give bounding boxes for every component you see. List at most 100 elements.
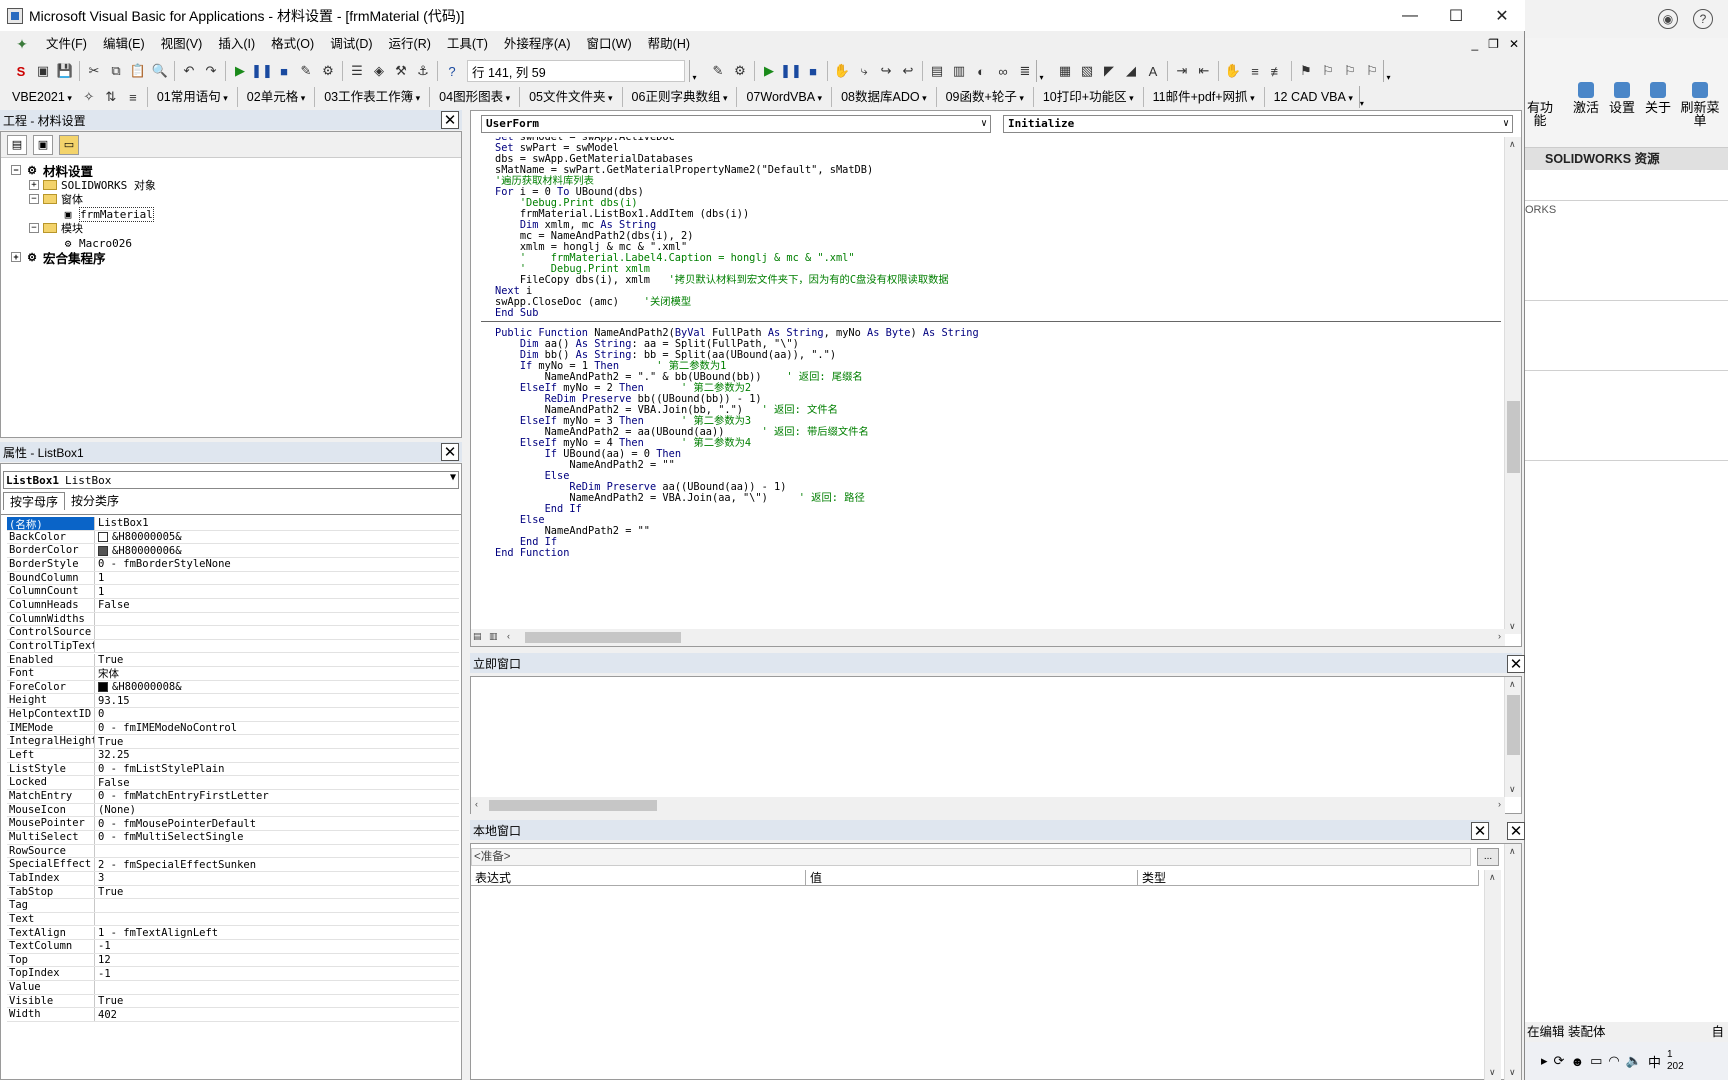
property-value-cell[interactable]: 402 xyxy=(95,1008,459,1021)
ribbon-settings-button[interactable]: 设置 xyxy=(1609,82,1635,114)
property-value-cell[interactable]: &H80000008& xyxy=(95,681,459,694)
property-value-cell[interactable]: False xyxy=(95,776,459,789)
bookmark-icon[interactable]: ⚑ xyxy=(1295,60,1317,82)
property-row[interactable]: ColumnWidths xyxy=(7,612,459,627)
project-explorer-icon[interactable]: ⚙ xyxy=(317,60,339,82)
expand-toggle-icon[interactable]: + xyxy=(29,180,39,190)
property-value-cell[interactable]: 1 xyxy=(95,585,459,598)
property-value-cell[interactable] xyxy=(95,613,459,626)
immediate-hscroll-thumb[interactable] xyxy=(489,800,657,811)
toolbar2-dropdown[interactable]: 11邮件+pdf+网抓 xyxy=(1147,86,1261,109)
break-icon[interactable]: ❚❚ xyxy=(251,60,273,82)
immediate-window[interactable]: ∧ ∨ ‹ › xyxy=(470,676,1522,814)
sync-icon[interactable]: ⟳ xyxy=(1554,1053,1565,1069)
menu-item[interactable]: 帮助(H) xyxy=(640,33,698,55)
menu-item[interactable]: 格式(O) xyxy=(263,33,322,55)
property-row[interactable]: BackColor &H80000005& xyxy=(7,530,459,545)
ribbon-activate-button[interactable]: 激活 xyxy=(1573,82,1599,114)
step-over-icon[interactable]: ↪ xyxy=(875,60,897,82)
watch-close-icon[interactable]: ✕ xyxy=(1507,822,1525,840)
pause-icon[interactable]: ❚❚ xyxy=(780,60,802,82)
tree-node[interactable]: − ⚙ 材料设置 xyxy=(11,162,93,179)
edit-icon[interactable]: ✎ xyxy=(707,60,729,82)
property-row[interactable]: Enabled True xyxy=(7,653,459,668)
project-close-icon[interactable]: ✕ xyxy=(441,111,459,129)
toolbar2-dropdown[interactable]: 05文件文件夹 xyxy=(523,86,618,109)
code-horizontal-scrollbar[interactable]: ▤ ▥ ‹ › xyxy=(471,629,1505,646)
property-value-cell[interactable]: 32.25 xyxy=(95,749,459,762)
maximize-button[interactable]: ☐ xyxy=(1433,0,1479,31)
menu-item[interactable]: 窗口(W) xyxy=(579,33,640,55)
toolbar2-dropdown[interactable]: 10打印+功能区 xyxy=(1037,86,1140,109)
indent-icon[interactable]: ⇥ xyxy=(1171,60,1193,82)
insert-userform-icon[interactable]: ▣ xyxy=(32,60,54,82)
toolbar2-tool-icon[interactable]: ✧ xyxy=(78,86,100,108)
property-value-cell[interactable]: 12 xyxy=(95,954,459,967)
property-value-cell[interactable]: &H80000005& xyxy=(95,531,459,544)
code-editor[interactable]: Set swModel = swApp.ActiveDoc Set swPart … xyxy=(481,137,1501,632)
property-row[interactable]: ListStyle 0 - fmListStylePlain xyxy=(7,762,459,777)
property-row[interactable]: MouseIcon (None) xyxy=(7,803,459,818)
immediate-horizontal-scrollbar[interactable]: ‹ › xyxy=(471,797,1505,814)
step-into-icon[interactable]: ⤷ xyxy=(853,60,875,82)
tab-alphabetic[interactable]: 按字母序 xyxy=(3,492,66,510)
immediate-icon[interactable]: ▥ xyxy=(948,60,970,82)
toolbar2-dropdown[interactable]: 04图形图表 xyxy=(433,86,516,109)
property-value-cell[interactable] xyxy=(95,640,459,653)
battery-icon[interactable]: ▭ xyxy=(1590,1053,1602,1069)
code-hscroll-thumb[interactable] xyxy=(525,632,681,643)
mdi-restore-button[interactable]: ❐ xyxy=(1488,33,1499,55)
property-row[interactable]: HelpContextID 0 xyxy=(7,708,459,722)
property-value-cell[interactable]: 0 - fmBorderStyleNone xyxy=(95,558,459,571)
copy-icon[interactable]: ⧉ xyxy=(105,60,127,82)
undo-icon[interactable]: ↶ xyxy=(178,60,200,82)
toolbar2-dropdown[interactable]: 12 CAD VBA xyxy=(1268,86,1359,109)
ribbon-refresh-button[interactable]: 刷新菜单 xyxy=(1677,82,1723,127)
toolbar2-grip[interactable]: ▾ xyxy=(1358,86,1364,108)
property-value-cell[interactable]: &H80000006& xyxy=(95,544,459,557)
comment-block-icon[interactable]: ≡ xyxy=(1244,60,1266,82)
help-icon[interactable]: ? xyxy=(1693,9,1713,29)
property-row[interactable]: MatchEntry 0 - fmMatchEntryFirstLetter xyxy=(7,790,459,804)
locals-icon[interactable]: ▤ xyxy=(926,60,948,82)
property-row[interactable]: TabIndex 3 xyxy=(7,871,459,886)
property-row[interactable]: ForeColor &H80000008& xyxy=(7,680,459,695)
property-row[interactable]: Left 32.25 xyxy=(7,749,459,763)
property-row[interactable]: BorderStyle 0 - fmBorderStyleNone xyxy=(7,557,459,572)
step-icon[interactable]: ⚙ xyxy=(729,60,751,82)
property-row[interactable]: SpecialEffect 2 - fmSpecialEffectSunken xyxy=(7,858,459,872)
property-row[interactable]: ColumnCount 1 xyxy=(7,585,459,599)
property-value-cell[interactable] xyxy=(95,626,459,639)
immediate-vertical-scrollbar[interactable]: ∧ ∨ xyxy=(1504,677,1521,797)
clear-bookmarks-icon[interactable]: ⚐ xyxy=(1361,60,1383,82)
view-object-icon[interactable]: ▣ xyxy=(33,134,53,155)
property-row[interactable]: MousePointer 0 - fmMousePointerDefault xyxy=(7,817,459,831)
call-stack-icon[interactable]: ≣ xyxy=(1014,60,1036,82)
property-value-cell[interactable]: 3 xyxy=(95,872,459,885)
find-icon[interactable]: 🔍 xyxy=(149,60,171,82)
quick-watch-icon[interactable]: ∞ xyxy=(992,60,1014,82)
property-row[interactable]: BorderColor &H80000006& xyxy=(7,544,459,558)
expand-toggle-icon[interactable]: − xyxy=(29,223,39,233)
property-value-cell[interactable]: 2 - fmSpecialEffectSunken xyxy=(95,858,459,871)
col-type[interactable]: 类型 xyxy=(1138,870,1479,885)
property-row[interactable]: (名称) ListBox1 xyxy=(7,517,459,531)
run-icon[interactable]: ▶ xyxy=(229,60,251,82)
menu-item[interactable]: 视图(V) xyxy=(153,33,211,55)
property-row[interactable]: Locked False xyxy=(7,776,459,790)
minimize-button[interactable]: — xyxy=(1387,0,1433,31)
property-value-cell[interactable]: -1 xyxy=(95,967,459,980)
volume-icon[interactable]: 🔈 xyxy=(1626,1053,1642,1069)
toolbar2-dropdown[interactable]: 07WordVBA xyxy=(740,86,828,109)
procedure-view-icon[interactable]: ▤ xyxy=(473,631,482,642)
step-out-icon[interactable]: ↩ xyxy=(897,60,919,82)
property-row[interactable]: Width 402 xyxy=(7,1008,459,1023)
list-constants-icon[interactable]: ▧ xyxy=(1076,60,1098,82)
vba-menu-icon[interactable]: ✦ xyxy=(12,35,32,53)
menu-item[interactable]: 工具(T) xyxy=(439,33,496,55)
properties-close-icon[interactable]: ✕ xyxy=(441,443,459,461)
object-browser-icon[interactable]: ◈ xyxy=(368,60,390,82)
menu-item[interactable]: 文件(F) xyxy=(38,33,95,55)
property-value-cell[interactable]: 0 - fmMousePointerDefault xyxy=(95,817,459,830)
property-value-cell[interactable]: True xyxy=(95,995,459,1008)
